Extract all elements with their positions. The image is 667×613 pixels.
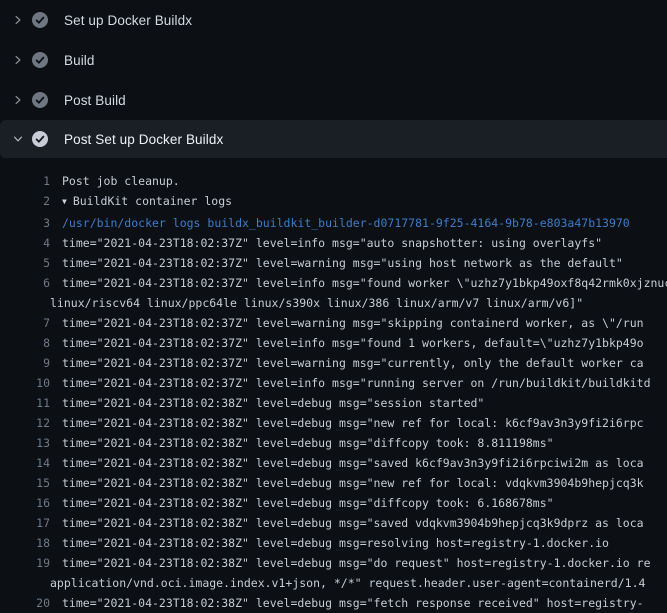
line-number[interactable]: 16 (0, 493, 50, 513)
log-text: time="2021-04-23T18:02:37Z" level=warnin… (50, 313, 667, 333)
log-viewer: 1Post job cleanup.2▼BuildKit container l… (0, 158, 667, 613)
log-lines: 1Post job cleanup.2▼BuildKit container l… (0, 171, 667, 613)
line-number[interactable]: 9 (0, 353, 50, 373)
chevron-right-icon (10, 12, 26, 28)
log-line: 7time="2021-04-23T18:02:37Z" level=warni… (0, 313, 667, 333)
line-number[interactable]: 1 (0, 171, 50, 191)
log-text: time="2021-04-23T18:02:38Z" level=debug … (50, 473, 667, 493)
step-row-build[interactable]: Build (0, 40, 667, 80)
line-number[interactable]: 13 (0, 433, 50, 453)
line-number[interactable]: 17 (0, 513, 50, 533)
log-text: time="2021-04-23T18:02:37Z" level=warnin… (50, 353, 667, 373)
group-collapse-triangle-icon[interactable]: ▼ (62, 192, 67, 212)
line-number[interactable]: 5 (0, 253, 50, 273)
log-text: time="2021-04-23T18:02:38Z" level=debug … (50, 413, 667, 433)
check-circle-icon (32, 52, 48, 68)
log-line: 17time="2021-04-23T18:02:38Z" level=debu… (0, 513, 667, 533)
workflow-steps-list: Set up Docker Buildx Build Post Build Po… (0, 0, 667, 158)
log-line: 18time="2021-04-23T18:02:38Z" level=debu… (0, 533, 667, 553)
log-line: 20time="2021-04-23T18:02:38Z" level=debu… (0, 593, 667, 613)
log-line: 14time="2021-04-23T18:02:38Z" level=debu… (0, 453, 667, 473)
log-text: time="2021-04-23T18:02:38Z" level=debug … (50, 453, 667, 473)
log-line: 11time="2021-04-23T18:02:38Z" level=debu… (0, 393, 667, 413)
log-text: time="2021-04-23T18:02:38Z" level=debug … (50, 493, 667, 513)
log-text: time="2021-04-23T18:02:38Z" level=debug … (50, 393, 667, 413)
log-line: 13time="2021-04-23T18:02:38Z" level=debu… (0, 433, 667, 453)
log-text: time="2021-04-23T18:02:38Z" level=debug … (50, 593, 667, 613)
line-number[interactable]: 11 (0, 393, 50, 413)
log-line: 8time="2021-04-23T18:02:37Z" level=info … (0, 333, 667, 353)
log-text: time="2021-04-23T18:02:38Z" level=debug … (50, 433, 667, 453)
log-line: 6time="2021-04-23T18:02:37Z" level=info … (0, 273, 667, 313)
chevron-down-icon (10, 131, 26, 147)
line-number[interactable]: 7 (0, 313, 50, 333)
log-line: 19time="2021-04-23T18:02:38Z" level=debu… (0, 553, 667, 593)
line-number[interactable]: 19 (0, 553, 50, 593)
check-circle-icon (32, 92, 48, 108)
log-line: 12time="2021-04-23T18:02:38Z" level=debu… (0, 413, 667, 433)
step-row-post-set-up-docker-buildx[interactable]: Post Set up Docker Buildx (0, 120, 667, 158)
step-row-post-build[interactable]: Post Build (0, 80, 667, 120)
log-line: 15time="2021-04-23T18:02:38Z" level=debu… (0, 473, 667, 493)
log-text: Post job cleanup. (50, 171, 667, 191)
log-line: 1Post job cleanup. (0, 171, 667, 191)
log-line: 10time="2021-04-23T18:02:37Z" level=info… (0, 373, 667, 393)
log-text: time="2021-04-23T18:02:37Z" level=info m… (50, 333, 667, 353)
line-number[interactable]: 6 (0, 273, 50, 313)
chevron-right-icon (10, 92, 26, 108)
log-text: time="2021-04-23T18:02:37Z" level=info m… (50, 273, 667, 313)
log-text: time="2021-04-23T18:02:37Z" level=warnin… (50, 253, 667, 273)
line-number[interactable]: 8 (0, 333, 50, 353)
line-number[interactable]: 10 (0, 373, 50, 393)
log-text: time="2021-04-23T18:02:37Z" level=info m… (50, 233, 667, 253)
log-text: time="2021-04-23T18:02:38Z" level=debug … (50, 513, 667, 533)
check-circle-icon (32, 131, 48, 147)
step-row-set-up-docker-buildx[interactable]: Set up Docker Buildx (0, 0, 667, 40)
log-line: 2▼BuildKit container logs (0, 191, 667, 213)
log-text: time="2021-04-23T18:02:38Z" level=debug … (50, 533, 667, 553)
log-line: 16time="2021-04-23T18:02:38Z" level=debu… (0, 493, 667, 513)
step-label: Post Set up Docker Buildx (64, 132, 223, 147)
line-number[interactable]: 2 (0, 191, 50, 213)
chevron-right-icon (10, 52, 26, 68)
line-number[interactable]: 4 (0, 233, 50, 253)
step-label: Post Build (64, 93, 126, 108)
log-line: 9time="2021-04-23T18:02:37Z" level=warni… (0, 353, 667, 373)
log-text: time="2021-04-23T18:02:37Z" level=info m… (50, 373, 667, 393)
step-label: Set up Docker Buildx (64, 13, 192, 28)
check-circle-icon (32, 12, 48, 28)
line-number[interactable]: 18 (0, 533, 50, 553)
log-line: 4time="2021-04-23T18:02:37Z" level=info … (0, 233, 667, 253)
log-text: time="2021-04-23T18:02:38Z" level=debug … (50, 553, 667, 593)
line-number[interactable]: 20 (0, 593, 50, 613)
log-text[interactable]: ▼BuildKit container logs (50, 191, 667, 213)
line-number[interactable]: 3 (0, 213, 50, 233)
line-number[interactable]: 12 (0, 413, 50, 433)
log-line: 3/usr/bin/docker logs buildx_buildkit_bu… (0, 213, 667, 233)
log-command-text: /usr/bin/docker logs buildx_buildkit_bui… (50, 213, 667, 233)
line-number[interactable]: 14 (0, 453, 50, 473)
step-label: Build (64, 53, 95, 68)
line-number[interactable]: 15 (0, 473, 50, 493)
log-line: 5time="2021-04-23T18:02:37Z" level=warni… (0, 253, 667, 273)
